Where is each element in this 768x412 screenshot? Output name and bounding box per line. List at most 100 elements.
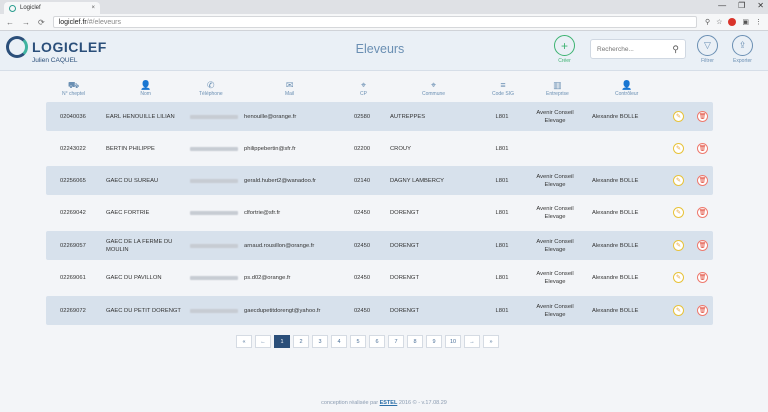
table-row[interactable]: 02269061 GAEC DU PAVILLON ps.d02@orange.… <box>46 263 713 292</box>
cell-cheptel: 02269042 <box>60 209 86 216</box>
search-input[interactable] <box>597 45 673 53</box>
pin-icon[interactable]: ⚲ <box>705 18 710 26</box>
cell-sig: L801 <box>495 145 509 152</box>
cell-cp: 02450 <box>353 242 371 249</box>
page-button-10[interactable]: 10 <box>445 335 461 348</box>
column-label: Mail <box>285 91 295 97</box>
page-button-2[interactable]: 2 <box>293 335 309 348</box>
page-button-8[interactable]: 8 <box>407 335 423 348</box>
edit-icon[interactable]: ✎ <box>673 305 684 316</box>
brand-name: LOGICLEF <box>32 39 107 55</box>
create-button[interactable]: + Créer <box>554 35 575 64</box>
forward-icon[interactable]: → <box>22 18 30 27</box>
cell-cheptel: 02269061 <box>60 274 86 281</box>
edit-icon[interactable]: ✎ <box>673 143 684 154</box>
prev-page-button[interactable]: ← <box>255 335 271 348</box>
page-button-9[interactable]: 9 <box>426 335 442 348</box>
export-button[interactable]: ⇪ Exporter <box>732 35 753 64</box>
table-row[interactable]: 02040036 EARL HENOUILLE LILIAN henouille… <box>46 102 713 131</box>
table-row[interactable]: 02269042 GAEC FORTRIE clfortrie@sfr.fr 0… <box>46 198 713 227</box>
edit-icon[interactable]: ✎ <box>673 240 684 251</box>
reload-icon[interactable]: ⟳ <box>38 18 45 27</box>
edit-icon[interactable]: ✎ <box>673 175 684 186</box>
extension-icon[interactable]: ▣ <box>742 18 749 26</box>
cell-commune: DORENGT <box>390 307 419 314</box>
cell-sig: L801 <box>495 209 509 216</box>
person-icon: 👤 <box>140 80 152 90</box>
cell-cp: 02140 <box>353 177 371 184</box>
first-page-button[interactable]: « <box>236 335 252 348</box>
column-header-commune[interactable]: ⌖ Commune <box>422 80 445 97</box>
back-icon[interactable]: ← <box>6 18 14 27</box>
page-button-6[interactable]: 6 <box>369 335 385 348</box>
search-icon[interactable]: ⚲ <box>672 44 679 55</box>
page-button-3[interactable]: 3 <box>312 335 328 348</box>
export-icon: ⇪ <box>732 35 753 56</box>
edit-icon[interactable]: ✎ <box>673 207 684 218</box>
delete-icon[interactable]: 🗑 <box>697 207 708 218</box>
table-row[interactable]: 02256065 GAEC DU SUREAU gerald.hubert2@w… <box>46 166 713 195</box>
pagination: « ← 1 2 3 4 5 6 7 8 9 10 → » <box>236 335 499 348</box>
delete-icon[interactable]: 🗑 <box>697 272 708 283</box>
create-label: Créer <box>558 58 571 64</box>
column-header-entreprise[interactable]: ▥ Entreprise <box>546 80 569 97</box>
delete-icon[interactable]: 🗑 <box>697 111 708 122</box>
logiclef-logo-icon <box>6 36 28 58</box>
column-header-nom[interactable]: 👤 Nom <box>140 80 151 97</box>
cell-cheptel: 02256065 <box>60 177 86 184</box>
edit-icon[interactable]: ✎ <box>673 272 684 283</box>
menu-icon[interactable]: ⋮ <box>755 18 762 26</box>
cell-controleur: Alexandre BOLLE <box>592 242 639 249</box>
next-page-button[interactable]: → <box>464 335 480 348</box>
cell-cheptel: 02269057 <box>60 242 86 249</box>
funnel-icon: ▽ <box>697 35 718 56</box>
table-row[interactable]: 02269057 GAEC DE LA FERME DU MOULIN arna… <box>46 231 713 260</box>
cell-sig: L801 <box>495 177 509 184</box>
column-header-code-sig[interactable]: ≡ Code SIG <box>492 80 514 97</box>
column-header-telephone[interactable]: ✆ Téléphone <box>199 80 223 97</box>
table-header: ⛟ N° cheptel 👤 Nom ✆ Téléphone ✉ Mail ⌖ … <box>0 80 768 100</box>
column-label: CP <box>360 91 367 97</box>
phone-icon: ✆ <box>207 80 215 90</box>
delete-icon[interactable]: 🗑 <box>697 240 708 251</box>
page-button-1[interactable]: 1 <box>274 335 290 348</box>
tab-title: Logiclef <box>20 5 41 11</box>
minimize-icon[interactable]: — <box>718 1 726 10</box>
page-button-5[interactable]: 5 <box>350 335 366 348</box>
table-row[interactable]: 02243022 BERTIN PHILIPPE philippebertin@… <box>46 134 713 163</box>
maximize-icon[interactable]: ❐ <box>738 1 745 10</box>
column-header-controleur[interactable]: 👤 Contrôleur <box>615 80 638 97</box>
cell-cp: 02450 <box>353 209 371 216</box>
tab-close-icon[interactable]: × <box>91 5 95 11</box>
column-header-cheptel[interactable]: ⛟ N° cheptel <box>62 80 85 97</box>
page-button-4[interactable]: 4 <box>331 335 347 348</box>
url-host: logiclef.fr <box>58 18 87 26</box>
star-icon[interactable]: ☆ <box>716 18 722 26</box>
delete-icon[interactable]: 🗑 <box>697 305 708 316</box>
page-button-7[interactable]: 7 <box>388 335 404 348</box>
filter-button[interactable]: ▽ Filtrer <box>697 35 718 64</box>
cell-entreprise: Avenir Conseil Elevage <box>536 173 574 188</box>
cell-cp: 02200 <box>353 145 371 152</box>
extensions: ⚲ ☆ ▣ ⋮ <box>705 18 762 26</box>
cell-telephone-redacted <box>190 102 240 131</box>
cell-commune: DAGNY LAMBERCY <box>390 177 445 184</box>
cell-commune: CROUY <box>390 145 411 152</box>
cell-controleur <box>592 134 654 163</box>
url-field[interactable]: logiclef.fr/#/eleveurs <box>52 16 697 28</box>
estel-link[interactable]: ESTEL <box>380 400 398 406</box>
cell-mail: ps.d02@orange.fr <box>244 274 291 281</box>
map-pin-icon: ⌖ <box>431 80 437 90</box>
column-header-mail[interactable]: ✉ Mail <box>285 80 294 97</box>
window-close-icon[interactable]: ✕ <box>757 1 764 10</box>
delete-icon[interactable]: 🗑 <box>697 175 708 186</box>
adblock-icon[interactable] <box>728 18 737 26</box>
delete-icon[interactable]: 🗑 <box>697 143 708 154</box>
table-row[interactable]: 02269072 GAEC DU PETIT DORENGT gaecdupet… <box>46 296 713 325</box>
cell-nom: GAEC DU SUREAU <box>106 177 159 184</box>
column-header-cp[interactable]: ⌖ CP <box>360 80 367 97</box>
edit-icon[interactable]: ✎ <box>673 111 684 122</box>
last-page-button[interactable]: » <box>483 335 499 348</box>
browser-tab[interactable]: Logiclef × <box>4 2 100 14</box>
cell-cp: 02450 <box>353 274 371 281</box>
